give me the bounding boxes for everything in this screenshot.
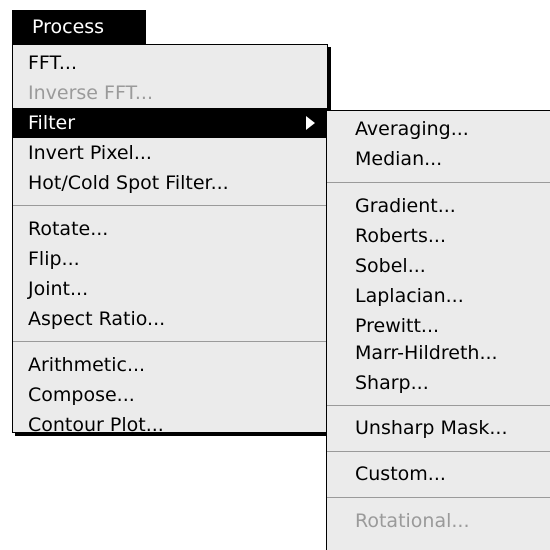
menu-separator (13, 341, 327, 342)
submenu-item-prewitt[interactable]: Prewitt... (327, 311, 550, 341)
submenu-item-roberts[interactable]: Roberts... (327, 221, 550, 251)
submenu-item-laplacian[interactable]: Laplacian... (327, 281, 550, 311)
menu-item-rotate[interactable]: Rotate... (13, 214, 327, 244)
submenu-item-custom[interactable]: Custom... (327, 459, 550, 489)
submenu-arrow-icon (306, 116, 315, 130)
submenu-item-averaging[interactable]: Averaging... (327, 114, 550, 144)
submenu-item-sobel[interactable]: Sobel... (327, 251, 550, 281)
menu-item-joint[interactable]: Joint... (13, 274, 327, 304)
menu-item-aspect-ratio[interactable]: Aspect Ratio... (13, 304, 327, 334)
menu-separator (327, 405, 550, 406)
menu-separator (13, 205, 327, 206)
menu-item-invert-pixel[interactable]: Invert Pixel... (13, 138, 327, 168)
menu-item-fft[interactable]: FFT... (13, 48, 327, 78)
menu-separator (327, 451, 550, 452)
menu-separator (327, 497, 550, 498)
submenu-item-unsharp-mask[interactable]: Unsharp Mask... (327, 413, 550, 443)
menu-item-contour-plot[interactable]: Contour Plot... (13, 410, 327, 440)
menu-item-hot-cold-spot-filter[interactable]: Hot/Cold Spot Filter... (13, 168, 327, 198)
process-menu: FFT... Inverse FFT... Filter Invert Pixe… (12, 44, 328, 436)
menu-title-process[interactable]: Process (12, 10, 146, 44)
menu-item-filter[interactable]: Filter (13, 108, 327, 138)
menu-item-compose[interactable]: Compose... (13, 380, 327, 410)
menu-separator (327, 182, 550, 183)
menu-item-flip[interactable]: Flip... (13, 244, 327, 274)
submenu-item-marr-hildreth[interactable]: Marr-Hildreth... (327, 338, 550, 368)
submenu-item-rotational: Rotational... (355, 510, 470, 532)
submenu-item-median[interactable]: Median... (327, 144, 550, 174)
menu-item-filter-label: Filter (28, 112, 76, 134)
submenu-item-gradient[interactable]: Gradient... (327, 191, 550, 221)
menu-item-inverse-fft: Inverse FFT... (28, 82, 154, 104)
submenu-item-sharp[interactable]: Sharp... (327, 368, 550, 398)
filter-submenu: Averaging... Median... Gradient... Rober… (326, 110, 550, 550)
menu-item-arithmetic[interactable]: Arithmetic... (13, 350, 327, 380)
